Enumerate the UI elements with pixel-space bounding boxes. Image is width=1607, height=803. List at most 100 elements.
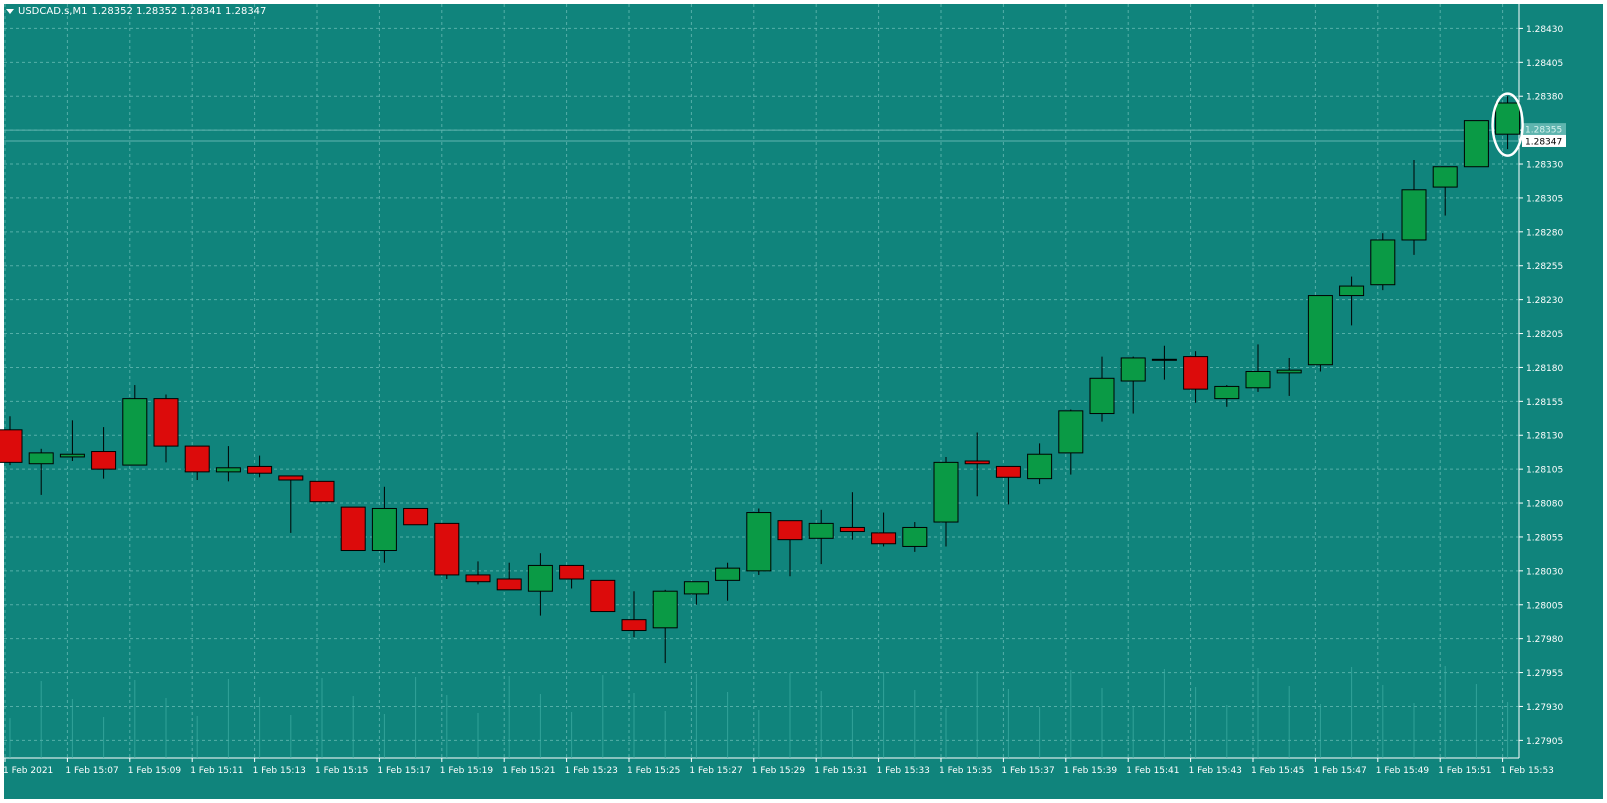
candle-body [247, 465, 273, 474]
x-tick-label: 1 Feb 15:53 [1501, 766, 1554, 776]
candle-body [871, 532, 897, 545]
x-tick-label: 1 Feb 15:11 [190, 766, 243, 776]
y-tick-label: 1.28155 [1526, 398, 1563, 408]
candle-body [403, 507, 429, 526]
y-tick-label: 1.28130 [1526, 432, 1563, 442]
candle-body [1245, 371, 1271, 389]
bid-price-label: 1.28347 [1525, 137, 1562, 147]
x-tick-label: 1 Feb 15:25 [627, 766, 680, 776]
candle [1307, 295, 1333, 372]
candle-body [715, 567, 741, 581]
y-tick-label: 1.28030 [1526, 567, 1563, 577]
candle-body [1120, 357, 1146, 382]
y-tick-label: 1.28055 [1526, 533, 1563, 543]
y-tick-label: 1.27905 [1526, 737, 1563, 747]
candle-body [1183, 356, 1209, 390]
candle-body [1339, 285, 1365, 297]
y-tick-label: 1.28080 [1526, 500, 1563, 510]
candle-body [1370, 239, 1396, 286]
ask-price-label: 1.28355 [1525, 126, 1562, 136]
y-tick-label: 1.28305 [1526, 194, 1563, 204]
y-tick-label: 1.28405 [1526, 59, 1563, 69]
dropdown-triangle-icon[interactable] [6, 9, 14, 14]
candle-body [746, 512, 772, 572]
x-tick-label: 1 Feb 15:21 [502, 766, 555, 776]
x-tick-label: 1 Feb 2021 [3, 766, 53, 776]
candle-body [933, 461, 959, 523]
ohlc-readout: 1.28352 1.28352 1.28341 1.28347 [91, 6, 267, 17]
candle-body [1432, 166, 1458, 188]
candle-body [91, 451, 117, 470]
candle-body [902, 526, 928, 547]
price-chart[interactable]: 1.28430 1.28405 1.28380 1.28355 1.28330 1.283… [0, 0, 1607, 803]
candle [1370, 233, 1396, 291]
plot-area [4, 4, 1519, 758]
candle-body [496, 578, 522, 591]
candle-body [839, 526, 865, 533]
x-tick-label: 1 Feb 15:37 [1001, 766, 1054, 776]
candle-body [28, 452, 54, 465]
x-tick-label: 1 Feb 15:27 [689, 766, 742, 776]
x-tick-label: 1 Feb 15:47 [1313, 766, 1366, 776]
x-tick-label: 1 Feb 15:09 [128, 766, 182, 776]
candle-body [964, 460, 990, 465]
candle [403, 507, 429, 526]
candle-body [559, 564, 585, 580]
candle-body [683, 581, 709, 595]
x-tick-label: 1 Feb 15:39 [1064, 766, 1118, 776]
y-tick-label: 1.28380 [1526, 93, 1563, 103]
x-tick-label: 1 Feb 15:15 [315, 766, 368, 776]
x-tick-label: 1 Feb 15:23 [565, 766, 618, 776]
x-tick-label: 1 Feb 15:43 [1189, 766, 1242, 776]
candle-body [621, 619, 647, 632]
candle-body [1058, 410, 1084, 454]
candle [590, 579, 616, 613]
x-tick-label: 1 Feb 15:13 [253, 766, 306, 776]
x-tick-label: 1 Feb 15:19 [440, 766, 494, 776]
y-tick-label: 1.27955 [1526, 669, 1563, 679]
x-tick-label: 1 Feb 15:35 [939, 766, 992, 776]
symbol-name: USDCAD.s,M1 [18, 6, 88, 17]
candle-body [1495, 102, 1521, 135]
candle-body [527, 564, 553, 592]
candle [309, 480, 335, 503]
candle-body [808, 522, 834, 539]
time-scale-area [4, 758, 1603, 799]
candle-body [59, 453, 85, 458]
x-tick-label: 1 Feb 15:51 [1438, 766, 1491, 776]
candle-body [340, 506, 366, 552]
candle-body [1276, 369, 1302, 374]
y-tick-label: 1.28180 [1526, 364, 1563, 374]
candle-body [652, 590, 678, 629]
x-tick-label: 1 Feb 15:17 [377, 766, 430, 776]
y-tick-label: 1.28280 [1526, 228, 1563, 238]
candle-body [122, 398, 148, 466]
candle-body [309, 480, 335, 503]
y-tick-label: 1.28005 [1526, 601, 1563, 611]
candle-body [1401, 189, 1427, 241]
candle-body [434, 522, 460, 576]
candle-body [1463, 120, 1489, 168]
candle-body [1307, 295, 1333, 366]
y-tick-label: 1.28105 [1526, 466, 1563, 476]
x-tick-label: 1 Feb 15:07 [65, 766, 118, 776]
y-tick-label: 1.28230 [1526, 296, 1563, 306]
candle [1463, 120, 1489, 168]
x-tick-label: 1 Feb 15:29 [752, 766, 806, 776]
chart-window[interactable]: 1.28430 1.28405 1.28380 1.28355 1.28330 1.283… [0, 0, 1607, 803]
candle-body [1027, 453, 1053, 480]
candle [340, 506, 366, 552]
x-tick-label: 1 Feb 15:33 [877, 766, 930, 776]
y-tick-label: 1.27980 [1526, 635, 1563, 645]
candle-body [1214, 385, 1240, 400]
y-tick-label: 1.28255 [1526, 262, 1563, 272]
candle-body [0, 429, 23, 463]
candle-body [215, 467, 241, 473]
x-tick-label: 1 Feb 15:49 [1376, 766, 1430, 776]
y-tick-label: 1.28205 [1526, 330, 1563, 340]
candle-body [995, 465, 1021, 478]
candle-body [465, 574, 491, 583]
y-tick-label: 1.28430 [1526, 25, 1563, 35]
y-tick-label: 1.27930 [1526, 703, 1563, 713]
candle [434, 522, 460, 579]
